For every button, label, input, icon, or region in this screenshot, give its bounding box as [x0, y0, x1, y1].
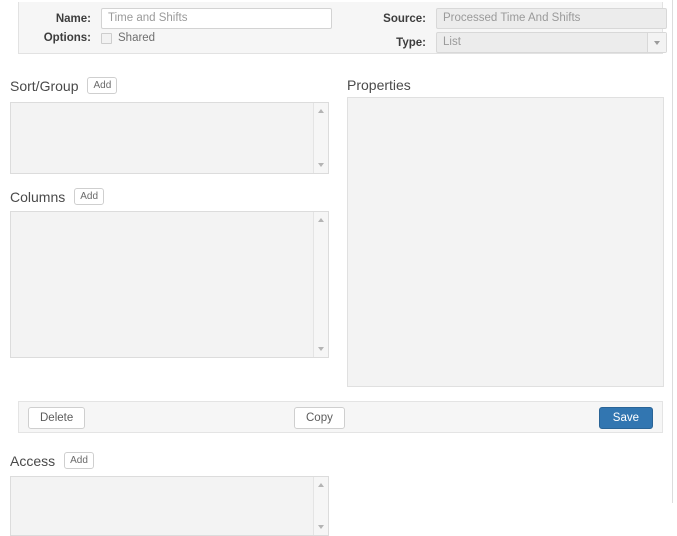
type-select-toggle[interactable]	[647, 33, 666, 52]
access-add-button[interactable]: Add	[64, 452, 94, 469]
access-header: Access Add	[10, 452, 94, 469]
scroll-down-icon[interactable]	[314, 520, 328, 534]
columns-listbox[interactable]	[10, 211, 329, 358]
field-row-source: Source:	[364, 8, 667, 29]
properties-title: Properties	[347, 77, 411, 93]
delete-button[interactable]: Delete	[28, 407, 86, 429]
access-listbox[interactable]	[10, 476, 329, 536]
source-label: Source:	[383, 12, 426, 25]
shared-checkbox-wrapper[interactable]: Shared	[101, 32, 155, 44]
scroll-down-icon[interactable]	[314, 342, 328, 356]
scroll-down-icon[interactable]	[314, 158, 328, 172]
shared-checkbox[interactable]	[101, 32, 112, 44]
type-select-value: List	[443, 36, 461, 48]
scroll-up-icon[interactable]	[314, 104, 328, 118]
columns-title: Columns	[10, 188, 66, 205]
save-button[interactable]: Save	[598, 407, 653, 429]
field-row-name: Name:	[29, 8, 332, 29]
name-label: Name:	[55, 12, 91, 25]
sort-group-title: Sort/Group	[10, 77, 79, 94]
chevron-down-icon	[654, 40, 660, 45]
properties-panel[interactable]	[347, 97, 664, 387]
sort-group-add-button[interactable]: Add	[87, 77, 118, 94]
scroll-up-icon[interactable]	[314, 213, 328, 227]
options-label: Options:	[43, 32, 91, 44]
header-form-panel: Name: Options: Shared Source: Type: List	[18, 2, 667, 54]
sort-group-listbox[interactable]	[10, 102, 329, 174]
type-select[interactable]: List	[436, 32, 667, 53]
access-title: Access	[10, 452, 56, 469]
sort-group-header: Sort/Group Add	[10, 77, 118, 94]
type-label: Type:	[396, 36, 426, 49]
access-scrollbar[interactable]	[313, 477, 328, 535]
sort-group-scrollbar[interactable]	[313, 103, 328, 173]
columns-header: Columns Add	[10, 188, 105, 205]
page-root: Name: Options: Shared Source: Type: List	[0, 0, 673, 536]
copy-button[interactable]: Copy	[294, 407, 345, 429]
field-row-options: Options: Shared	[29, 32, 155, 44]
field-row-type: Type: List	[364, 32, 667, 53]
columns-add-button[interactable]: Add	[74, 188, 105, 205]
columns-scrollbar[interactable]	[313, 212, 328, 357]
action-button-bar: Delete Copy Save	[18, 401, 663, 433]
name-input[interactable]	[101, 8, 332, 29]
source-input[interactable]	[436, 8, 667, 29]
properties-header: Properties	[347, 77, 411, 93]
scroll-up-icon[interactable]	[314, 478, 328, 492]
shared-checkbox-label: Shared	[118, 32, 156, 44]
